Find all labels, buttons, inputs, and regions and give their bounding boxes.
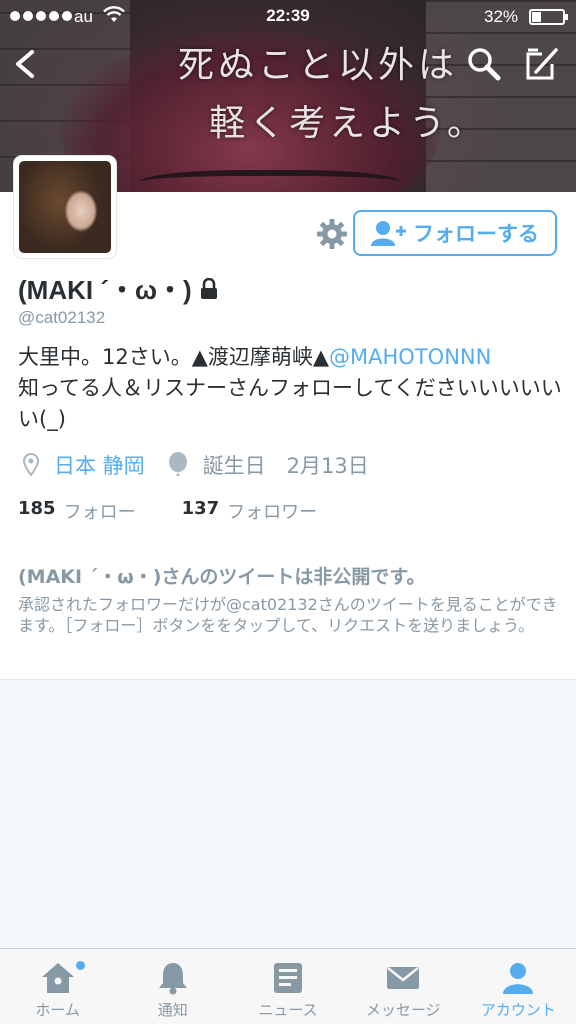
tab-label: アカウント bbox=[480, 1001, 556, 1019]
gear-icon[interactable] bbox=[316, 218, 348, 250]
profile-location[interactable]: 日本 静岡 bbox=[54, 450, 145, 480]
profile-handle: @cat02132 bbox=[18, 308, 106, 327]
following-count[interactable]: 185 bbox=[18, 498, 56, 524]
back-chevron-icon[interactable] bbox=[10, 44, 40, 84]
profile-birthday: 誕生日 2月13日 bbox=[202, 454, 369, 478]
profile-stats: 185 フォロー 137 フォロワー bbox=[18, 498, 317, 524]
bio-text: 大里中。12さい。▲渡辺摩萌峡▲ bbox=[18, 345, 330, 369]
followers-label[interactable]: フォロワー bbox=[227, 498, 317, 524]
protected-tweets-title: (MAKI ´・ω・)さんのツイートは非公開です。 bbox=[18, 566, 426, 588]
battery-icon bbox=[529, 9, 568, 25]
tab-messages[interactable]: メッセージ bbox=[346, 949, 461, 1024]
location-pin-icon bbox=[22, 453, 40, 477]
home-icon bbox=[41, 963, 74, 993]
header-overlay-text-2: 軽く考えよう。 bbox=[209, 103, 487, 144]
protected-tweets-description: 承認されたフォロワーだけが@cat02132さんのツイートを見ることができます。… bbox=[18, 595, 558, 635]
tab-account[interactable]: アカウント bbox=[461, 949, 576, 1024]
avatar[interactable] bbox=[14, 156, 116, 258]
tab-notifications[interactable]: 通知 bbox=[115, 949, 230, 1024]
avatar-image bbox=[19, 161, 111, 253]
following-label[interactable]: フォロー bbox=[64, 498, 136, 524]
compose-tweet-icon[interactable] bbox=[522, 44, 562, 84]
profile-name-text: (MAKI ´・ω・) bbox=[18, 275, 192, 305]
bio-text-2: 知ってる人＆リスナーさんフォローしてくださいいいいいい(_) bbox=[18, 376, 562, 431]
add-user-icon bbox=[371, 221, 406, 246]
bio-mention-link[interactable]: @MAHOTONNN bbox=[329, 345, 491, 369]
header-photo-glasses bbox=[140, 170, 400, 192]
search-icon[interactable] bbox=[466, 46, 502, 82]
follow-button[interactable]: フォローする bbox=[353, 210, 557, 256]
tab-news[interactable]: ニュース bbox=[230, 949, 345, 1024]
profile-bio: 大里中。12さい。▲渡辺摩萌峡▲@MAHOTONNN 知ってる人＆リスナーさんフ… bbox=[18, 342, 566, 435]
balloon-icon bbox=[168, 452, 187, 476]
profile-card: フォローする (MAKI ´・ω・) @cat02132 大里中。12さい。▲渡… bbox=[0, 156, 576, 680]
profile-meta: 日本 静岡 誕生日 2月13日 bbox=[22, 450, 369, 480]
tab-label: ニュース bbox=[258, 1001, 318, 1019]
person-icon bbox=[503, 963, 534, 994]
tab-label: 通知 bbox=[157, 1001, 188, 1019]
envelope-icon bbox=[387, 967, 420, 989]
tab-label: メッセージ bbox=[365, 1001, 441, 1019]
tab-bar: ホーム 通知 ニュース メッセージ アカウント bbox=[0, 948, 576, 1024]
profile-name: (MAKI ´・ω・) bbox=[18, 270, 218, 307]
news-icon bbox=[274, 963, 302, 993]
battery-percent: 32% bbox=[484, 7, 519, 26]
follow-button-label: フォローする bbox=[413, 222, 539, 246]
notification-dot bbox=[76, 961, 85, 970]
followers-count[interactable]: 137 bbox=[182, 498, 220, 524]
tab-home[interactable]: ホーム bbox=[0, 949, 115, 1024]
lock-icon bbox=[200, 277, 217, 299]
bell-icon bbox=[158, 963, 187, 995]
status-bar: au 22:39 32% bbox=[0, 0, 576, 34]
tab-label: ホーム bbox=[35, 1001, 80, 1019]
